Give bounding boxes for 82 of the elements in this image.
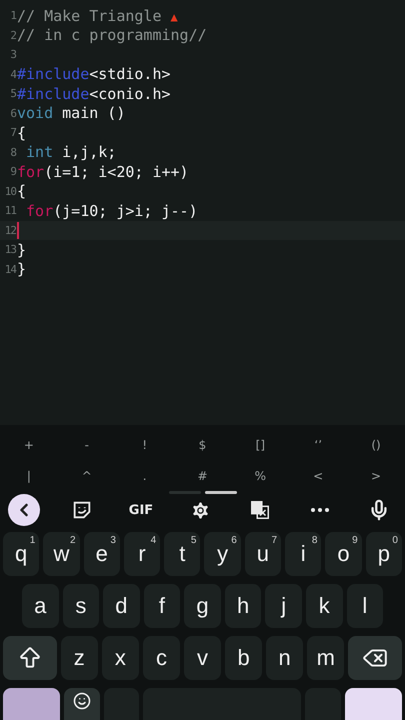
code-line: // in c programming// [17, 26, 207, 44]
line-number: 12 [4, 224, 17, 237]
code-line: { [17, 124, 26, 142]
key[interactable]: a [22, 584, 59, 628]
symbol-key[interactable]: ^ [76, 466, 98, 484]
line-number: 9 [9, 165, 17, 178]
code-line: } [17, 260, 26, 278]
code-line: void main () [17, 104, 126, 122]
key[interactable]: i 8 [285, 532, 322, 576]
settings-icon [190, 500, 211, 520]
key[interactable]: l [346, 584, 384, 628]
key[interactable]: n [266, 636, 304, 680]
enter-key[interactable] [344, 688, 402, 720]
code-line: // Make Triangle ▲ [17, 6, 178, 25]
symbol-key[interactable]: . [136, 466, 153, 484]
line-number: 13 [4, 243, 17, 256]
symbol-key[interactable]: ! [136, 436, 154, 454]
symbol-key[interactable]: % [248, 466, 272, 484]
symbol-key[interactable]: + [18, 436, 40, 454]
key[interactable]: d [103, 584, 140, 628]
symbol-key[interactable]: [] [250, 436, 272, 454]
line-number: 3 [9, 48, 17, 62]
key-hint: 9 [352, 535, 358, 546]
shift-key[interactable] [3, 636, 57, 680]
line-number: 2 [9, 28, 17, 42]
symbol-key[interactable]: | [20, 466, 37, 484]
code-line: #include<stdio.h> [17, 65, 171, 84]
key-hint: 4 [150, 535, 156, 546]
key[interactable]: k [306, 584, 342, 628]
code-line: #include<conio.h> [17, 84, 171, 103]
key[interactable]: x [102, 636, 139, 680]
code-line: for(i=1; i<20; i++) [17, 162, 189, 181]
symbol-key[interactable]: - [78, 436, 95, 454]
more-icon [310, 508, 328, 512]
symbol-key[interactable]: $ [192, 436, 212, 454]
backspace-key[interactable] [348, 636, 402, 680]
code-line: int i,j,k; [25, 143, 116, 162]
line-number: 4 [9, 68, 17, 81]
key[interactable]: h [224, 584, 262, 628]
key[interactable]: z [60, 636, 98, 680]
key[interactable]: c [142, 636, 180, 680]
line-number: 6 [9, 106, 17, 120]
line-number: 10 [4, 184, 17, 198]
translate-icon [249, 499, 271, 521]
key[interactable]: s [62, 584, 100, 628]
key-hint: 5 [190, 535, 196, 546]
key[interactable]: r 4 [124, 532, 160, 576]
key-hint: 6 [231, 535, 237, 546]
symbols-key[interactable] [3, 688, 60, 720]
symbol-key[interactable]: # [191, 466, 214, 484]
key[interactable]: b [225, 636, 262, 680]
code-line: } [17, 240, 26, 259]
symbol-key[interactable]: < [307, 466, 330, 484]
gif-button[interactable]: GIF [123, 494, 159, 526]
key[interactable]: g [184, 584, 221, 628]
emoji-key[interactable] [64, 688, 100, 720]
symbol-key[interactable]: > [365, 466, 388, 484]
key[interactable]: v [184, 636, 222, 680]
key-hint: 2 [70, 535, 76, 546]
line-number: 1 [9, 9, 17, 22]
line-number: 11 [4, 204, 17, 218]
key-hint: 3 [110, 535, 116, 546]
key[interactable]: m [307, 636, 344, 680]
key[interactable]: f [144, 584, 180, 628]
code-editor[interactable]: 1// Make Triangle ▲ 2// in c programming// 3 4#include<stdio.h> 5#include<conio.h> 6void main () 7{ 8 int i,j,k; 9for(i=1; i<20; i++) 10{ 11 for(j=10; j>i; j--) 12 13} 14} [0, 0, 405, 425]
key-hint: 0 [392, 535, 398, 546]
key-hint: 7 [272, 535, 278, 546]
symbol-key[interactable]: ‘’ [308, 436, 328, 454]
line-number: 8 [9, 146, 17, 159]
key-hint: 1 [30, 535, 36, 546]
text-cursor [17, 222, 19, 239]
key[interactable]: j [265, 584, 302, 628]
smiley-icon [73, 692, 92, 710]
line-number: 5 [9, 87, 17, 100]
symbol-key[interactable]: () [365, 436, 387, 454]
key[interactable]: t 5 [164, 532, 200, 576]
code-line: for(j=10; j>i; j--) [25, 202, 198, 220]
code-line: { [17, 182, 26, 200]
key-hint: 8 [312, 535, 318, 546]
line-number: 14 [4, 262, 17, 276]
back-button[interactable] [8, 494, 40, 526]
line-number: 7 [9, 126, 17, 140]
